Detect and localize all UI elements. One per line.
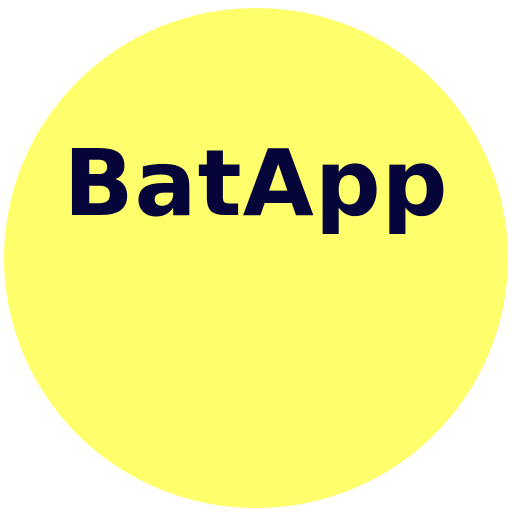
- yellow-circle-background: [4, 8, 508, 508]
- app-icon: BatApp: [0, 0, 512, 512]
- app-name-label: BatApp: [63, 130, 449, 237]
